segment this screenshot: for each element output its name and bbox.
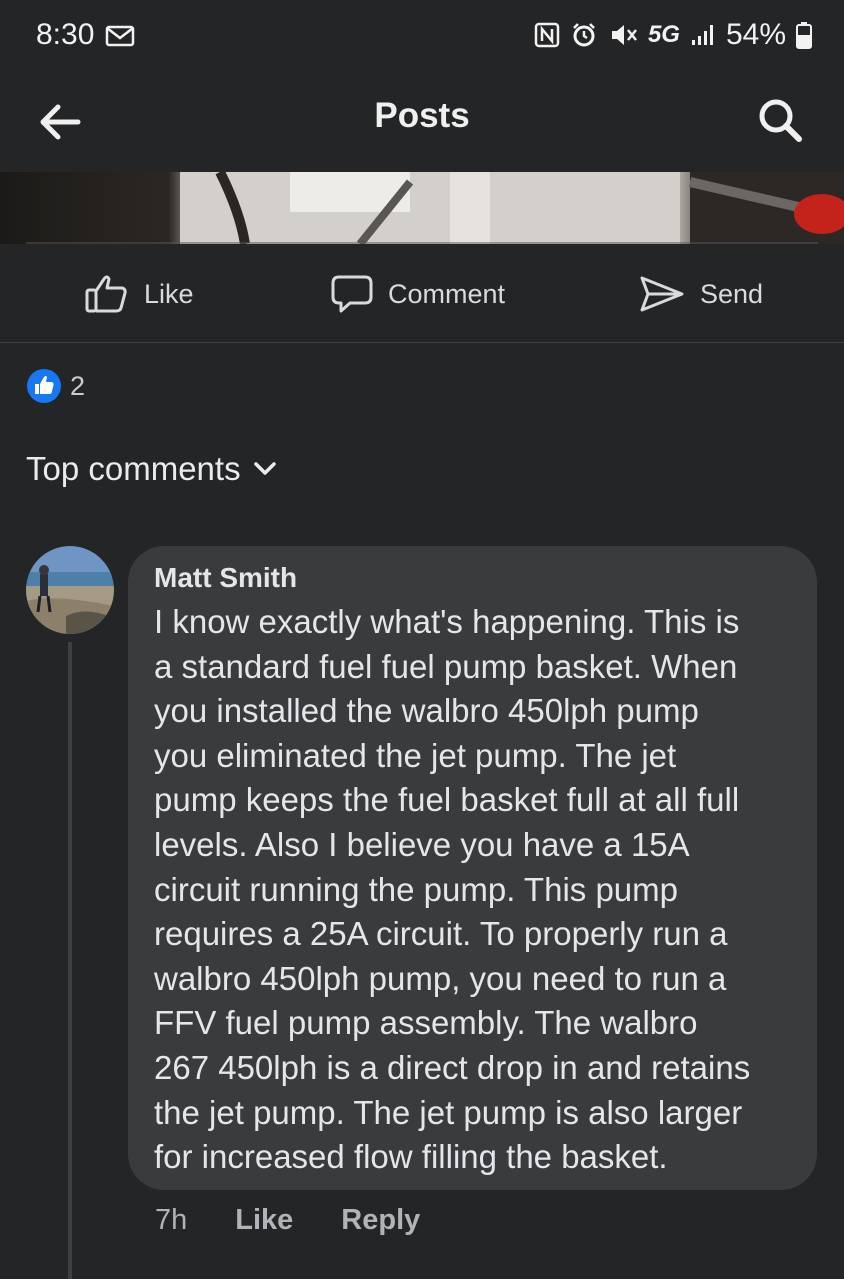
status-time: 8:30: [36, 18, 95, 51]
comment-like-button[interactable]: Like: [235, 1204, 293, 1237]
status-bar: 8:30 5G 54%: [0, 0, 844, 72]
comment-reply-button[interactable]: Reply: [341, 1204, 420, 1237]
comment-button[interactable]: Comment: [330, 274, 505, 314]
nfc-icon: [534, 22, 560, 48]
send-button[interactable]: Send: [638, 274, 763, 314]
chevron-down-icon: [253, 462, 276, 475]
search-icon[interactable]: [752, 92, 808, 148]
post-action-bar: Like Comment Send: [0, 244, 844, 343]
signal-icon: [691, 25, 713, 45]
comment-bubble-icon: [331, 275, 373, 313]
comment-text: I know exactly what's happening. This is…: [154, 603, 751, 1176]
thumbs-up-icon: [85, 275, 127, 313]
app-header: Posts: [0, 72, 844, 172]
network-type: 5G: [647, 21, 680, 48]
status-indicators: 5G 54%: [534, 18, 812, 52]
like-label: Like: [144, 278, 194, 309]
comment-meta: 7h Like Reply: [155, 1204, 420, 1237]
battery-percentage: 54%: [725, 18, 786, 51]
comment-bubble[interactable]: Matt Smith I know exactly what's happeni…: [128, 546, 817, 1190]
comment-label: Comment: [388, 278, 506, 309]
comments-filter-label: Top comments: [26, 450, 241, 487]
like-button[interactable]: Like: [84, 274, 194, 314]
post-photo: [0, 172, 844, 244]
send-label: Send: [700, 278, 764, 309]
like-reaction-icon: [27, 369, 61, 403]
mail-notification-icon: [105, 25, 135, 47]
facebook-post-comments-screen: 8:30 5G 54% Posts Like Comment Send 2 To…: [0, 0, 844, 1279]
avatar-beach-photo: [26, 546, 114, 634]
avatar[interactable]: [26, 546, 114, 634]
mute-icon: [611, 25, 637, 45]
page-title: Posts: [374, 96, 470, 135]
send-icon: [640, 276, 684, 312]
post-image[interactable]: [0, 172, 844, 244]
reaction-count: 2: [70, 370, 86, 401]
battery-icon: [796, 22, 812, 49]
comments-filter-dropdown[interactable]: Top comments: [26, 450, 277, 488]
comment-author[interactable]: Matt Smith: [154, 562, 791, 594]
reactions-summary[interactable]: 2: [26, 368, 85, 404]
alarm-icon: [573, 23, 595, 47]
reply-thread-line: [68, 642, 72, 1279]
comment-timestamp: 7h: [155, 1204, 188, 1236]
